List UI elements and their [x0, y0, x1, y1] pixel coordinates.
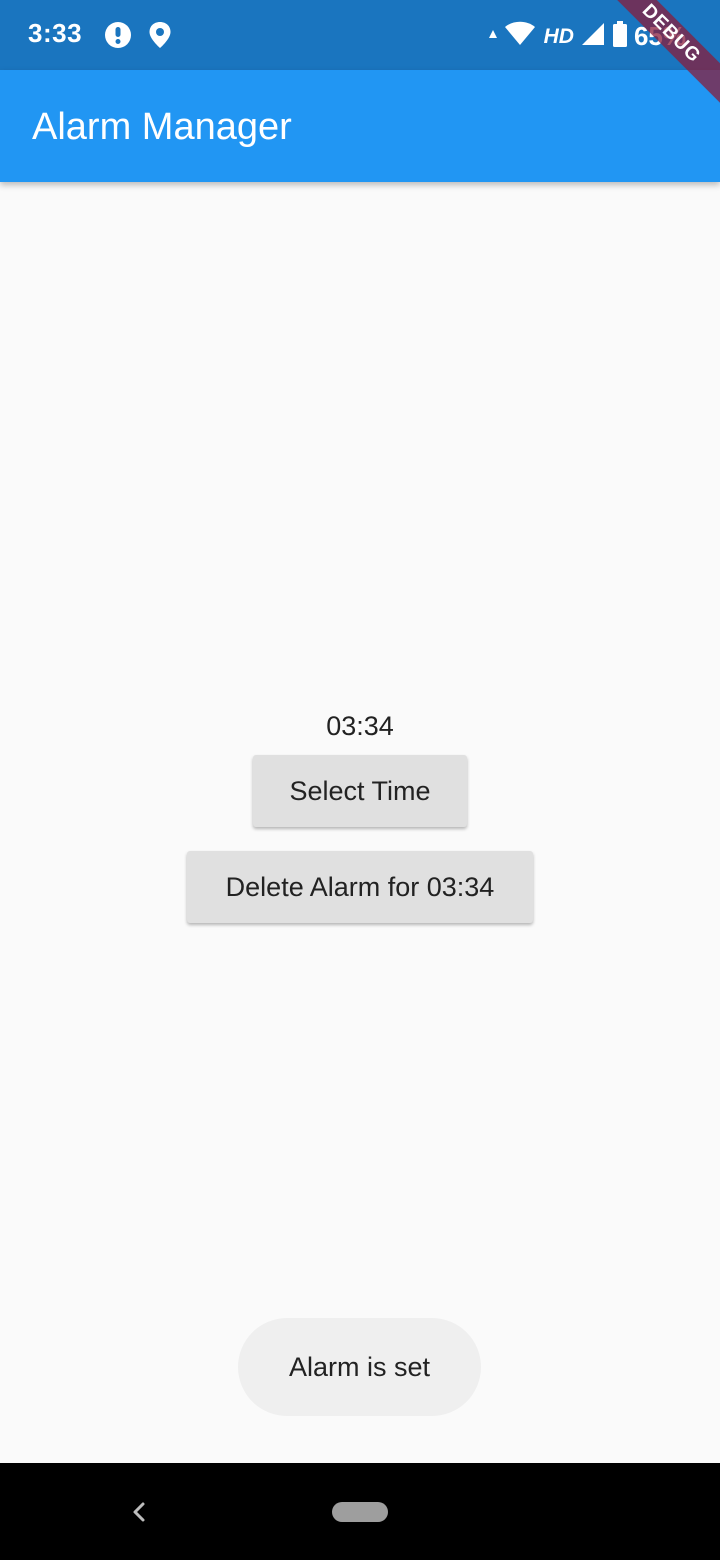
wifi-icon	[504, 21, 536, 52]
toast-message: Alarm is set	[238, 1318, 481, 1416]
network-type-label: HD	[543, 24, 574, 48]
battery-icon	[612, 20, 628, 53]
app-title: Alarm Manager	[32, 106, 292, 148]
delete-alarm-button[interactable]: Delete Alarm for 03:34	[187, 851, 533, 923]
alert-icon	[104, 21, 132, 54]
home-pill-icon[interactable]	[332, 1502, 388, 1522]
data-arrow-icon	[488, 28, 498, 46]
status-left-icons	[104, 21, 172, 54]
status-time: 3:33	[28, 18, 83, 48]
app-bar: Alarm Manager	[0, 70, 720, 182]
navigation-bar	[0, 1463, 720, 1560]
back-icon[interactable]	[126, 1499, 152, 1525]
select-time-button[interactable]: Select Time	[253, 755, 467, 827]
selected-time-text: 03:34	[326, 711, 394, 741]
screen: 3:33 HD DEBUG Alarm Manager 03:34 Select…	[0, 0, 720, 1560]
location-pin-icon	[148, 21, 172, 54]
cell-signal-icon	[580, 21, 606, 52]
status-bar: 3:33 HD	[0, 0, 720, 70]
